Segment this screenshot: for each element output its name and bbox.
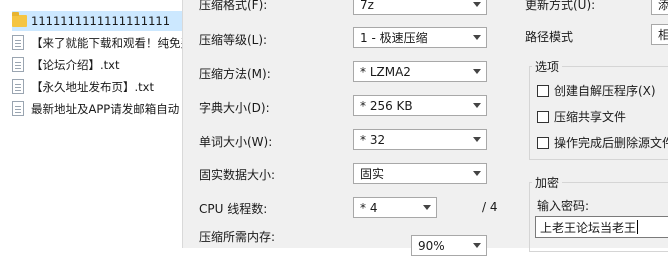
text-file-icon [12,35,26,51]
dictionary-label: 字典大小(D): [199,101,270,115]
sfx-checkbox-label: 创建自解压程序(X) [554,84,656,98]
file-name: 【论坛介绍】.txt [31,58,120,72]
chevron-down-icon [423,205,431,210]
path-mode-value: 相对 [658,28,668,42]
format-value: 7z [360,0,374,12]
memory-value: 90% [418,238,445,253]
password-label: 输入密码: [537,199,590,213]
format-select[interactable]: 7z [353,0,487,15]
text-file-icon [12,101,26,117]
checkbox-box[interactable] [537,110,549,123]
text-file-icon [12,57,26,73]
folder-icon [12,12,27,29]
chevron-down-icon [473,2,481,7]
memory-label: 压缩所需内存: [199,230,276,244]
chevron-down-icon [473,137,481,142]
delete-after-checkbox-label: 操作完成后删除源文件 [554,136,668,150]
update-mode-value: 添加 [658,0,668,12]
level-select[interactable]: 1 - 极速压缩 [353,27,487,48]
file-list: 1111111111111111111 【来了就能下载和观看！纯免费 【论坛介绍… [0,0,182,248]
chevron-down-icon [473,69,481,74]
file-name: 【来了就能下载和观看！纯免费 [31,36,182,50]
delete-after-checkbox[interactable]: 操作完成后删除源文件 [537,134,668,151]
dictionary-select[interactable]: * 256 KB [353,95,487,116]
level-label: 压缩等级(L): [199,33,268,47]
file-name: 1111111111111111111 [31,14,171,28]
checkbox-box[interactable] [537,136,549,149]
solid-size-select[interactable]: 固实 [353,163,487,184]
file-row[interactable]: 最新地址及APP请发邮箱自动 [12,99,182,119]
options-group-title: 选项 [532,58,563,75]
chevron-down-icon [473,35,481,40]
solid-size-value: 固实 [360,167,385,181]
cpu-threads-total: / 4 [482,200,498,214]
file-row-folder[interactable]: 1111111111111111111 [12,11,182,31]
solid-size-label: 固实数据大小: [199,168,276,182]
dictionary-value: * 256 KB [360,98,413,113]
format-label: 压缩格式(F): [199,0,268,12]
password-input[interactable]: 上老王论坛当老王 [535,216,668,238]
cpu-threads-label: CPU 线程数: [199,202,268,216]
file-name: 最新地址及APP请发邮箱自动 [31,102,180,116]
shared-files-checkbox[interactable]: 压缩共享文件 [537,108,626,125]
chevron-down-icon [473,243,481,248]
file-row[interactable]: 【永久地址发布页】.txt [12,77,182,97]
text-caret [637,220,639,234]
cpu-threads-select[interactable]: * 4 [353,197,437,218]
word-size-value: * 32 [360,132,386,147]
file-row[interactable]: 【论坛介绍】.txt [12,55,182,75]
archive-settings-dialog: 压缩格式(F): 7z 压缩等级(L): 1 - 极速压缩 压缩方法(M): *… [182,0,668,256]
chevron-down-icon [473,171,481,176]
checkbox-box[interactable] [537,84,549,97]
method-select[interactable]: * LZMA2 [353,61,487,82]
update-mode-label: 更新方式(U): [525,0,596,12]
sfx-checkbox[interactable]: 创建自解压程序(X) [537,82,656,99]
text-file-icon [12,79,26,95]
memory-select[interactable]: 90% [411,235,487,256]
chevron-down-icon [473,103,481,108]
shared-files-checkbox-label: 压缩共享文件 [554,110,627,124]
word-size-label: 单词大小(W): [199,135,273,149]
method-label: 压缩方法(M): [199,67,271,81]
word-size-select[interactable]: * 32 [353,129,487,150]
path-mode-select[interactable]: 相对 [651,24,668,45]
method-value: * LZMA2 [360,64,411,79]
level-value: 1 - 极速压缩 [360,31,428,45]
path-mode-label: 路径模式 [525,30,574,44]
file-name: 【永久地址发布页】.txt [31,80,154,94]
password-value: 上老王论坛当老王 [540,220,637,235]
cpu-threads-value: * 4 [360,200,378,215]
encryption-group-title: 加密 [532,174,563,191]
file-row[interactable]: 【来了就能下载和观看！纯免费 [12,33,182,53]
update-mode-select[interactable]: 添加 [651,0,668,15]
